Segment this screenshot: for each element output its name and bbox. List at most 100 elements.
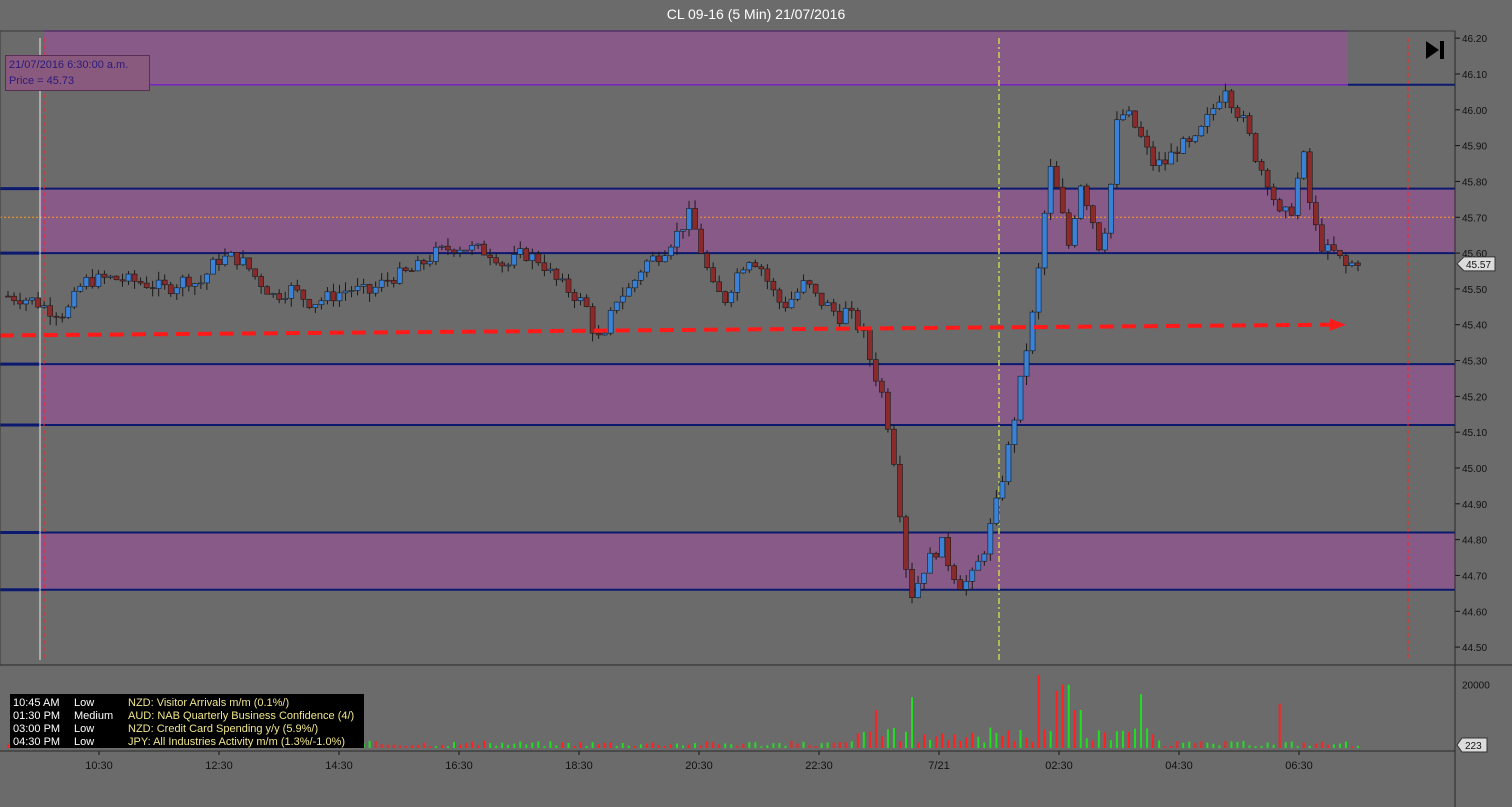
volume-bar: [1019, 729, 1022, 748]
candle-body: [1270, 186, 1277, 201]
candle-body: [782, 301, 789, 309]
candle-body: [294, 285, 301, 291]
volume-bar: [561, 742, 564, 748]
candle-body: [1198, 126, 1205, 137]
candle-body: [264, 286, 270, 295]
volume-bar: [953, 734, 956, 748]
price-tick-label: 45.00: [1462, 464, 1487, 475]
candle-body: [818, 292, 825, 306]
candle-body: [933, 552, 939, 558]
candle-body: [1180, 138, 1187, 154]
candle-body: [408, 270, 415, 272]
volume-bar: [1097, 730, 1100, 748]
candle-body: [1108, 183, 1114, 234]
volume-bar: [1001, 736, 1004, 748]
candle-body: [282, 298, 289, 300]
candle-body: [758, 266, 765, 270]
candle-body: [1138, 126, 1144, 137]
price-tick-label: 45.80: [1462, 177, 1487, 188]
price-tick-label: 46.10: [1462, 70, 1487, 81]
candle-body: [59, 316, 66, 319]
volume-bar: [874, 710, 877, 748]
candle-body: [764, 268, 771, 282]
candle-body: [945, 537, 951, 567]
skip-to-end-button[interactable]: [1420, 36, 1450, 64]
volume-bar: [428, 746, 431, 748]
candle-body: [668, 246, 674, 257]
candle-body: [529, 253, 536, 261]
candle-body: [1096, 222, 1102, 251]
candle-body: [29, 297, 35, 301]
candle-body: [692, 208, 698, 230]
candle-body: [1325, 244, 1331, 252]
price-tick-label: 45.70: [1462, 213, 1487, 224]
volume-bar: [748, 742, 751, 748]
volume-bar: [1338, 743, 1341, 748]
volume-bar: [1140, 694, 1143, 748]
volume-bar: [868, 731, 871, 748]
time-tick-label: 22:30: [805, 760, 833, 772]
candle-body: [842, 307, 849, 324]
volume-bar: [585, 746, 588, 748]
candle-body: [993, 497, 1000, 524]
volume-bar: [1025, 737, 1028, 748]
candle-body: [300, 289, 307, 300]
candle-body: [324, 291, 331, 301]
news-impact: Medium: [74, 710, 114, 722]
candle-body: [619, 295, 626, 303]
candle-body: [216, 258, 222, 265]
price-chart[interactable]: 46.2046.1046.0045.9045.8045.7045.6045.50…: [0, 0, 1512, 807]
candle-body: [143, 282, 150, 288]
volume-bar: [1049, 731, 1052, 748]
candle-body: [650, 255, 656, 262]
volume-bar: [440, 744, 443, 748]
candle-body: [1349, 262, 1355, 266]
candle-body: [746, 262, 753, 271]
volume-bar: [1158, 740, 1161, 748]
candle-body: [824, 302, 831, 306]
candle-body: [716, 281, 722, 292]
volume-bar: [663, 746, 666, 748]
time-tick-label: 7/21: [928, 760, 949, 772]
candle-body: [1252, 133, 1259, 162]
candle-body: [173, 287, 180, 295]
volume-bar: [410, 745, 413, 748]
volume-bar: [603, 742, 606, 748]
volume-bar: [513, 743, 516, 748]
crosshair-price: Price = 45.73: [9, 75, 75, 87]
candle-body: [1053, 166, 1060, 188]
volume-bar: [657, 745, 660, 748]
price-tick-label: 45.10: [1462, 428, 1487, 439]
economic-news-panel: 10:45 AM Low NZD: Visitor Arrivals m/m (0.…: [10, 694, 364, 748]
volume-bar: [446, 746, 449, 748]
volume-bar: [579, 742, 582, 748]
candle-body: [198, 282, 204, 285]
volume-bar: [452, 742, 455, 748]
volume-bar: [808, 745, 811, 748]
candle-body: [348, 290, 355, 292]
candle-body: [728, 292, 735, 304]
volume-bar: [1091, 740, 1094, 748]
volume-bar: [621, 742, 624, 748]
volume-bar: [898, 741, 901, 748]
news-event: NZD: Visitor Arrivals m/m (0.1%/): [128, 697, 290, 709]
candle-body: [210, 258, 216, 275]
volume-bar: [380, 744, 383, 748]
volume-bar: [832, 742, 835, 748]
volume-bar: [368, 740, 371, 748]
volume-bar: [730, 744, 733, 748]
candle-body: [499, 262, 505, 267]
candle-body: [710, 267, 716, 283]
volume-bar: [1134, 728, 1137, 748]
volume-bar: [796, 743, 799, 748]
candle-body: [463, 249, 469, 252]
candle-body: [83, 277, 90, 287]
candle-body: [475, 243, 481, 246]
candle-body: [360, 284, 367, 287]
volume-bar: [1121, 730, 1124, 748]
volume-bar: [862, 731, 865, 748]
candle-body: [1071, 218, 1078, 246]
volume-bar: [911, 697, 914, 748]
candle-body: [1210, 108, 1217, 115]
volume-bar: [1194, 742, 1197, 748]
